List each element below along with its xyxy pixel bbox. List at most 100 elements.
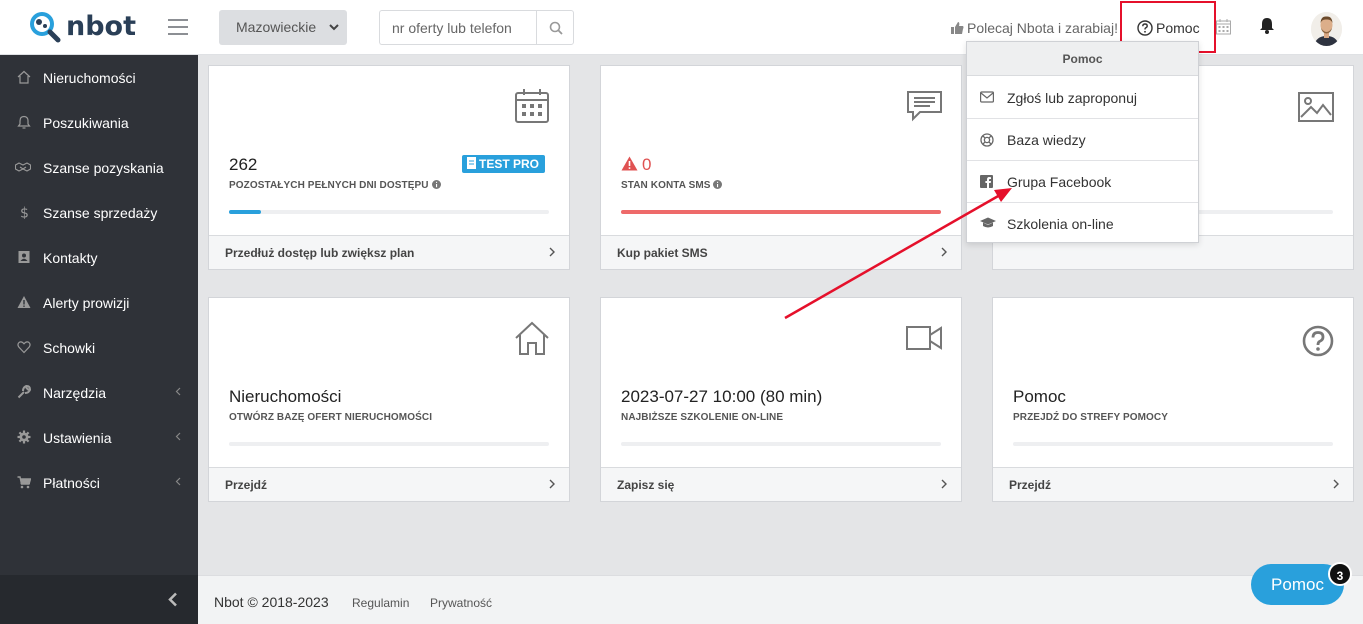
calendar-icon <box>515 89 549 123</box>
sidebar-item-schowki[interactable]: Schowki <box>0 325 198 370</box>
warning-icon <box>17 296 31 308</box>
search-button[interactable] <box>536 10 574 45</box>
logo-magnifier-icon <box>30 12 61 43</box>
progress-bar <box>1013 442 1333 446</box>
contact-card-icon <box>18 251 30 263</box>
chevron-right-icon <box>941 247 947 257</box>
progress-bar <box>229 442 549 446</box>
referral-link[interactable]: Polecaj Nbota i zarabiaj! <box>951 20 1118 36</box>
menu-toggle-icon[interactable] <box>168 19 188 35</box>
sidebar-item-szanse-pozyskania[interactable]: Szanse pozyskania <box>0 145 198 190</box>
card-value: 262 <box>229 155 258 174</box>
image-icon <box>1298 92 1334 122</box>
sidebar-item-szanse-sprzedazy[interactable]: $ Szanse sprzedaży <box>0 190 198 235</box>
dropdown-title: Pomoc <box>967 42 1198 76</box>
card-help: Pomoc PRZEJDŹ DO STREFY POMOCY Przejdź <box>992 297 1354 502</box>
sidebar-item-poszukiwania[interactable]: Poszukiwania <box>0 100 198 145</box>
sidebar-item-label: Szanse pozyskania <box>43 160 164 176</box>
wrench-icon <box>17 385 31 399</box>
card-training: 2023-07-27 10:00 (80 min) NAJBIŻSZE SZKO… <box>600 297 962 502</box>
bell-icon <box>17 115 31 129</box>
chevron-left-icon <box>175 387 181 396</box>
cart-icon <box>17 476 31 489</box>
privacy-link[interactable]: Prywatność <box>430 596 492 610</box>
menu-item-report[interactable]: Zgłoś lub zaproponuj <box>967 77 1198 119</box>
sidebar-item-platnosci[interactable]: Płatności <box>0 460 198 505</box>
card-footer-label: Przedłuż dostęp lub zwiększ plan <box>225 246 415 260</box>
search-input[interactable] <box>379 10 537 45</box>
thumbs-up-icon <box>951 22 964 34</box>
card-footer-link[interactable]: Przejdź <box>993 467 1353 501</box>
info-icon[interactable] <box>713 180 723 189</box>
region-select[interactable]: Mazowieckie <box>219 10 347 45</box>
menu-item-facebook-group[interactable]: Grupa Facebook <box>967 161 1198 203</box>
sidebar-item-narzedzia[interactable]: Narzędzia <box>0 370 198 415</box>
menu-item-knowledge-base[interactable]: Baza wiedzy <box>967 119 1198 161</box>
sidebar-item-label: Nieruchomości <box>43 70 136 86</box>
sidebar-item-label: Alerty prowizji <box>43 295 130 311</box>
card-access-days: 262 TEST PRO POZOSTAŁYCH PEŁNYCH DNI DOS… <box>208 65 570 270</box>
svg-text:$: $ <box>20 206 29 220</box>
card-footer-link[interactable]: Przedłuż dostęp lub zwiększ plan <box>209 235 569 269</box>
card-footer-label: Przejdź <box>225 478 268 492</box>
progress-bar <box>621 442 941 446</box>
chevron-right-icon <box>1333 479 1339 489</box>
card-footer-label: Kup pakiet SMS <box>617 246 708 260</box>
sidebar-collapse-button[interactable] <box>0 575 198 624</box>
sidebar-item-label: Poszukiwania <box>43 115 129 131</box>
sidebar-item-kontakty[interactable]: Kontakty <box>0 235 198 280</box>
sidebar-item-label: Schowki <box>43 340 96 356</box>
sidebar-item-label: Płatności <box>43 475 100 491</box>
heart-icon <box>17 341 31 354</box>
calendar-icon[interactable] <box>1216 19 1231 40</box>
card-sms-balance: 0 STAN KONTA SMS Kup pakiet SMS <box>600 65 962 270</box>
sidebar-item-alerty-prowizji[interactable]: Alerty prowizji <box>0 280 198 325</box>
handshake-icon <box>15 162 31 172</box>
plan-badge-label: TEST PRO <box>479 157 540 171</box>
card-value: Nieruchomości <box>229 387 342 406</box>
help-dropdown-menu: Pomoc Zgłoś lub zaproponuj Baza wiedzy G… <box>966 41 1199 243</box>
sidebar-item-label: Narzędzia <box>43 385 107 401</box>
file-icon <box>467 157 476 169</box>
card-footer-link[interactable]: Przejdź <box>209 467 569 501</box>
gear-icon <box>17 430 31 444</box>
dollar-icon: $ <box>20 206 29 220</box>
card-value: Pomoc <box>1013 387 1066 406</box>
lifebuoy-icon <box>980 133 994 147</box>
menu-item-online-training[interactable]: Szkolenia on-line <box>967 203 1198 245</box>
progress-bar <box>229 210 549 214</box>
card-subtitle: OTWÓRZ BAZĘ OFERT NIERUCHOMOŚCI <box>229 412 433 423</box>
video-camera-icon <box>906 326 942 350</box>
progress-bar <box>621 210 941 214</box>
menu-item-label: Baza wiedzy <box>1007 132 1086 148</box>
card-footer-link[interactable]: Zapisz się <box>601 467 961 501</box>
chevron-left-icon <box>175 477 181 486</box>
chevron-right-icon <box>549 479 555 489</box>
card-subtitle: STAN KONTA SMS <box>621 180 723 191</box>
sidebar-item-ustawienia[interactable]: Ustawienia <box>0 415 198 460</box>
brand-name: nbot <box>66 11 137 42</box>
terms-link[interactable]: Regulamin <box>352 596 409 610</box>
chevron-left-icon <box>175 432 181 441</box>
referral-label: Polecaj Nbota i zarabiaj! <box>967 20 1118 36</box>
card-subtitle: PRZEJDŹ DO STREFY POMOCY <box>1013 412 1169 423</box>
info-icon[interactable] <box>431 180 441 189</box>
sidebar-item-label: Ustawienia <box>43 430 112 446</box>
sidebar: Nieruchomości Poszukiwania Szanse pozysk… <box>0 55 198 624</box>
sidebar-item-nieruchomosci[interactable]: Nieruchomości <box>0 55 198 100</box>
sidebar-item-label: Kontakty <box>43 250 98 266</box>
card-subtitle: NAJBIŻSZE SZKOLENIE ON-LINE <box>621 412 784 423</box>
envelope-icon <box>980 91 994 103</box>
search-icon <box>549 21 563 35</box>
avatar-person-icon <box>1311 12 1342 46</box>
facebook-icon <box>980 175 993 188</box>
bell-icon[interactable] <box>1259 17 1275 39</box>
comment-icon <box>907 91 942 122</box>
plan-badge: TEST PRO <box>462 155 546 173</box>
chevron-down-icon <box>329 24 339 31</box>
user-avatar[interactable] <box>1311 12 1342 46</box>
menu-item-label: Szkolenia on-line <box>1007 216 1114 232</box>
chevron-right-icon <box>941 479 947 489</box>
copyright: Nbot © 2018-2023 <box>214 594 329 610</box>
card-footer-link[interactable]: Kup pakiet SMS <box>601 235 961 269</box>
